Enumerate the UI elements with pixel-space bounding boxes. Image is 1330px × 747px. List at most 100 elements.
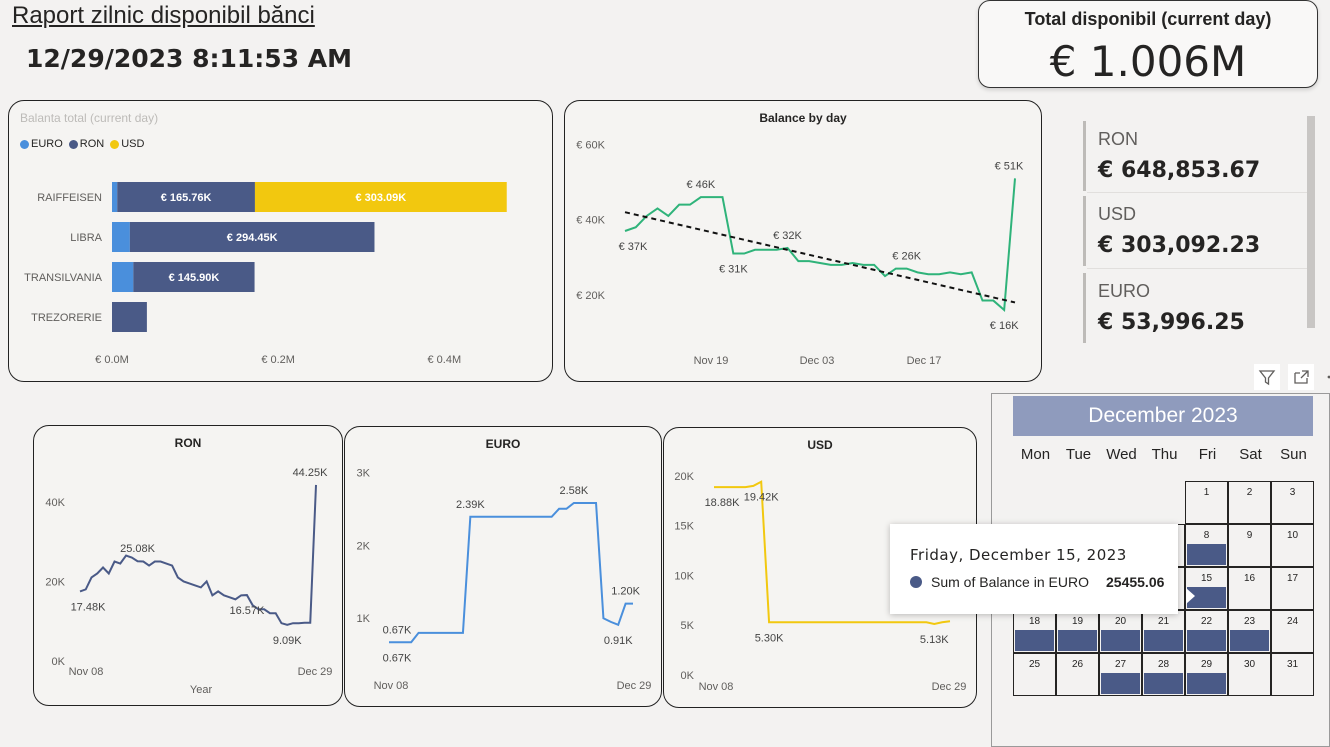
y-tick-label: 0K [52, 656, 66, 668]
category-label: TRANSILVANIA [24, 272, 102, 284]
focus-mode-icon[interactable] [1288, 364, 1314, 390]
data-label: 2.39K [456, 499, 485, 511]
calendar-day-number: 17 [1286, 573, 1299, 584]
calendar-day-number: 1 [1203, 487, 1210, 498]
x-tick-label: € 0.4M [427, 354, 461, 366]
calendar-day-number: 3 [1289, 487, 1296, 498]
more-options-icon[interactable] [1322, 364, 1330, 390]
bank-bar-plot[interactable]: € 0.0M € 0.2M € 0.4M RAIFFEISEN € 165.76K € 3… [9, 101, 553, 382]
calendar-day-number: 8 [1203, 530, 1210, 541]
calendar-day-cell[interactable]: 1 [1185, 481, 1228, 524]
data-label: € 51K [995, 160, 1024, 172]
calendar-day-bar [1187, 630, 1226, 651]
data-label: 1.20K [611, 586, 640, 598]
bar-data-label: € 145.90K [169, 272, 220, 284]
tooltip-series-name: Sum of Balance in EURO [931, 574, 1089, 590]
balance-by-day-chart[interactable]: Balance by day € 20K € 40K € 60K Nov 19 Dec … [564, 100, 1042, 382]
tooltip-pointer [1186, 588, 1195, 604]
data-label: € 26K [892, 251, 921, 263]
calendar-day-number: 22 [1200, 616, 1213, 627]
series-line[interactable] [624, 178, 1016, 313]
calendar-day-cell[interactable]: 18 [1013, 610, 1056, 653]
calendar-day-cell[interactable]: 9 [1228, 524, 1271, 567]
calendar-day-cell[interactable]: 3 [1271, 481, 1314, 524]
ron-chart[interactable]: RON 0K 20K 40K Nov 08 Dec 29 Year 17.48K 25.08K… [33, 425, 343, 706]
calendar-day-bar [1058, 630, 1097, 651]
data-label: 5.13K [920, 634, 949, 646]
card-euro[interactable]: EURO € 53,996.25 [1083, 273, 1314, 343]
ron-line-plot[interactable]: 0K 20K 40K Nov 08 Dec 29 Year 17.48K 25.08K 16.5… [34, 426, 343, 706]
x-axis-label: Year [190, 684, 213, 696]
x-tick-label: € 0.0M [95, 354, 129, 366]
category-label: RAIFFEISEN [37, 192, 102, 204]
balance-line-plot[interactable]: € 20K € 40K € 60K Nov 19 Dec 03 Dec 17 € 37K € … [565, 101, 1042, 382]
data-label: 9.09K [273, 635, 302, 647]
y-tick-label: 40K [45, 497, 65, 509]
chart-tooltip: Friday, December 15, 2023 Sum of Balance… [890, 524, 1178, 614]
data-label: 5.30K [755, 632, 784, 644]
bar-segment[interactable] [112, 262, 134, 292]
data-label: € 32K [773, 230, 802, 242]
x-tick-label: Nov 08 [699, 681, 734, 693]
calendar-day-cell[interactable]: 28 [1142, 653, 1185, 696]
tooltip-date: Friday, December 15, 2023 [910, 546, 1127, 564]
series-line[interactable] [389, 501, 633, 644]
calendar-day-number: 15 [1200, 573, 1213, 584]
x-tick-label: Dec 29 [617, 680, 652, 692]
bar-segment[interactable] [112, 222, 130, 252]
calendar-day-number: 18 [1028, 616, 1041, 627]
weekday-label: Sat [1239, 446, 1262, 463]
bar-segment[interactable] [112, 182, 118, 212]
calendar-day-bar [1015, 630, 1054, 651]
card-label: USD [1098, 204, 1137, 224]
calendar-day-cell[interactable]: 29 [1185, 653, 1228, 696]
y-tick-label: 3K [357, 467, 371, 479]
kpi-total-card[interactable]: Total disponibil (current day) € 1.006M [978, 0, 1318, 88]
calendar-day-cell[interactable]: 20 [1099, 610, 1142, 653]
bar-data-label: € 303.09K [355, 192, 406, 204]
data-label: 16.57K [229, 605, 265, 617]
calendar-day-cell[interactable]: 2 [1228, 481, 1271, 524]
calendar-day-bar [1101, 630, 1140, 651]
calendar-day-cell[interactable]: 17 [1271, 567, 1314, 610]
calendar-day-cell[interactable]: 27 [1099, 653, 1142, 696]
card-ron[interactable]: RON € 648,853.67 [1083, 121, 1314, 191]
calendar-day-cell[interactable]: 30 [1228, 653, 1271, 696]
euro-line-plot[interactable]: 1K 2K 3K Nov 08 Dec 29 0.67K 0.67K 2.39K 2.58K 0.… [345, 427, 662, 707]
filter-icon[interactable] [1254, 364, 1280, 390]
calendar-day-cell[interactable]: 8 [1185, 524, 1228, 567]
x-tick-label: Dec 29 [932, 681, 967, 693]
tooltip-value: 25455.06 [1106, 574, 1165, 590]
bank-balance-chart[interactable]: Balanta total (current day) EURO RON USD… [8, 100, 553, 382]
y-tick-label: 1K [357, 613, 371, 625]
calendar-day-number: 25 [1028, 659, 1041, 670]
category-label: TREZORERIE [31, 312, 102, 324]
y-tick-label: € 60K [576, 140, 605, 152]
trend-line [624, 211, 1016, 304]
series-dot-icon [910, 576, 922, 588]
calendar-day-cell[interactable]: 21 [1142, 610, 1185, 653]
series-line[interactable] [79, 484, 317, 626]
report-title: Raport zilnic disponibil bănci [12, 2, 315, 29]
calendar-day-cell[interactable]: 19 [1056, 610, 1099, 653]
calendar-day-number: 28 [1157, 659, 1170, 670]
calendar-day-cell[interactable]: 24 [1271, 610, 1314, 653]
y-tick-label: 15K [674, 521, 694, 533]
calendar-day-cell[interactable]: 25 [1013, 653, 1056, 696]
calendar-month-title: December 2023 [1013, 396, 1313, 436]
card-usd[interactable]: USD € 303,092.23 [1083, 196, 1314, 266]
weekday-label: Mon [1020, 446, 1051, 463]
calendar-day-cell[interactable]: 16 [1228, 567, 1271, 610]
cards-scrollbar[interactable] [1307, 116, 1315, 328]
calendar-day-cell[interactable]: 31 [1271, 653, 1314, 696]
calendar-day-cell[interactable]: 23 [1228, 610, 1271, 653]
calendar-day-cell[interactable]: 10 [1271, 524, 1314, 567]
euro-chart[interactable]: EURO 1K 2K 3K Nov 08 Dec 29 0.67K 0.67K 2.39K 2.… [344, 426, 662, 707]
data-label: 2.58K [559, 485, 588, 497]
category-label: LIBRA [70, 232, 102, 244]
bar-segment[interactable] [112, 302, 147, 332]
calendar-day-cell[interactable]: 22 [1185, 610, 1228, 653]
calendar-day-cell[interactable]: 26 [1056, 653, 1099, 696]
x-tick-label: Nov 08 [69, 666, 104, 678]
bar-data-label: € 294.45K [227, 232, 278, 244]
